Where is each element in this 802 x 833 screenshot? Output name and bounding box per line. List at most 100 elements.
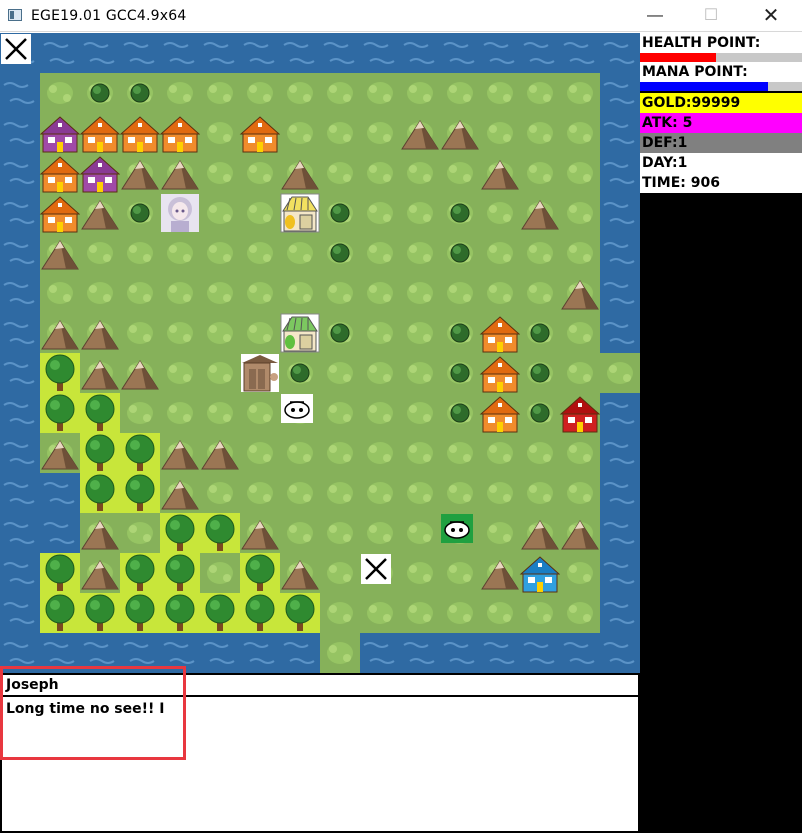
map-tile-water[interactable] [600, 33, 640, 73]
map-tile-tree[interactable] [240, 593, 280, 633]
map-tile-bush[interactable] [520, 353, 560, 393]
map-tile-water[interactable] [600, 433, 640, 473]
map-tile-water[interactable] [480, 33, 520, 73]
map-tile-water[interactable] [160, 633, 200, 673]
map-tile-bush[interactable] [320, 193, 360, 233]
map-tile-mountain[interactable] [400, 113, 440, 153]
map-tile-grass[interactable] [520, 593, 560, 633]
map-tile-grass[interactable] [560, 593, 600, 633]
map-tile-grass[interactable] [360, 393, 400, 433]
map-tile-grass[interactable] [320, 553, 360, 593]
map-tile-bush[interactable] [440, 233, 480, 273]
map-tile-water[interactable] [600, 393, 640, 433]
map-tile-grass[interactable] [40, 273, 80, 313]
map-tile-house-blue[interactable] [519, 553, 561, 593]
map-tile-water[interactable] [440, 33, 480, 73]
map-tile-grass[interactable] [400, 513, 440, 553]
map-tile-house-orange[interactable] [39, 153, 81, 193]
map-tile-grass[interactable] [40, 73, 80, 113]
map-tile-water[interactable] [0, 473, 40, 513]
map-tile-x-marker[interactable] [0, 33, 40, 73]
map-tile-tree[interactable] [40, 393, 80, 433]
map-tile-water[interactable] [0, 633, 40, 673]
map-tile-water[interactable] [560, 33, 600, 73]
map-tile-water[interactable] [240, 33, 280, 73]
map-tile-grass[interactable] [480, 273, 520, 313]
map-tile-bush[interactable] [520, 313, 560, 353]
map-tile-water[interactable] [600, 273, 640, 313]
map-tile-grass[interactable] [360, 193, 400, 233]
map-tile-grass[interactable] [200, 193, 240, 233]
map-tile-grass[interactable] [400, 553, 440, 593]
map-tile-mountain[interactable] [40, 433, 80, 473]
map-tile-grass[interactable] [120, 513, 160, 553]
map-tile-house-orange[interactable] [119, 113, 161, 153]
map-tile-tree[interactable] [80, 593, 120, 633]
map-tile-water[interactable] [0, 73, 40, 113]
map-tile-grass[interactable] [200, 153, 240, 193]
map-tile-mountain[interactable] [200, 433, 240, 473]
map-tile-grass[interactable] [240, 433, 280, 473]
map-tile-bush[interactable] [120, 193, 160, 233]
map-tile-grass[interactable] [520, 113, 560, 153]
map-tile-house-purple[interactable] [79, 153, 121, 193]
map-tile-grass[interactable] [360, 113, 400, 153]
map-tile-mountain[interactable] [40, 233, 80, 273]
map-tile-water[interactable] [400, 633, 440, 673]
map-tile-mountain[interactable] [480, 153, 520, 193]
map-tile-grass[interactable] [200, 553, 240, 593]
map-tile-grass[interactable] [200, 273, 240, 313]
map-tile-grass[interactable] [160, 73, 200, 113]
map-tile-water[interactable] [320, 33, 360, 73]
dialog-box[interactable]: Joseph Long time no see!! I [0, 673, 640, 833]
map-tile-mountain[interactable] [240, 513, 280, 553]
map-tile-grass[interactable] [200, 473, 240, 513]
map-tile-grass[interactable] [400, 473, 440, 513]
map-tile-tree[interactable] [160, 593, 200, 633]
map-tile-water[interactable] [40, 33, 80, 73]
map-tile-water[interactable] [0, 593, 40, 633]
map-tile-grass[interactable] [320, 433, 360, 473]
map-tile-mountain[interactable] [480, 553, 520, 593]
map-tile-grass[interactable] [400, 433, 440, 473]
map-tile-grass[interactable] [160, 353, 200, 393]
map-tile-water[interactable] [280, 633, 320, 673]
map-tile-water[interactable] [560, 633, 600, 673]
map-tile-grass[interactable] [440, 593, 480, 633]
map-tile-water[interactable] [0, 353, 40, 393]
map-tile-water[interactable] [0, 153, 40, 193]
map-tile-bush[interactable] [320, 233, 360, 273]
map-tile-house-orange[interactable] [479, 313, 521, 353]
map-tile-grass[interactable] [520, 233, 560, 273]
map-tile-mountain[interactable] [160, 153, 200, 193]
map-tile-grass[interactable] [320, 73, 360, 113]
map-tile-bush[interactable] [440, 353, 480, 393]
map-tile-grass[interactable] [520, 433, 560, 473]
map-tile-tree[interactable] [40, 553, 80, 593]
map-tile-bush[interactable] [280, 353, 320, 393]
title-bar[interactable]: EGE19.01 GCC4.9x64 — ☐ ✕ [0, 0, 802, 32]
map-tile-grass[interactable] [160, 233, 200, 273]
map-tile-grass[interactable] [360, 353, 400, 393]
map-tile-grass[interactable] [360, 153, 400, 193]
map-tile-grass[interactable] [400, 593, 440, 633]
map-tile-water[interactable] [520, 633, 560, 673]
map-tile-grass[interactable] [360, 273, 400, 313]
map-tile-water[interactable] [200, 633, 240, 673]
map-tile-tree[interactable] [280, 593, 320, 633]
map-tile-house-orange[interactable] [79, 113, 121, 153]
game-map[interactable] [0, 33, 640, 673]
map-tile-tree[interactable] [80, 433, 120, 473]
map-tile-grass[interactable] [320, 353, 360, 393]
map-tile-water[interactable] [160, 33, 200, 73]
map-tile-water[interactable] [280, 33, 320, 73]
map-tile-grass[interactable] [400, 233, 440, 273]
map-tile-water[interactable] [0, 273, 40, 313]
map-tile-grass[interactable] [400, 73, 440, 113]
map-tile-water[interactable] [80, 33, 120, 73]
map-tile-water[interactable] [360, 33, 400, 73]
map-tile-grass[interactable] [240, 153, 280, 193]
map-tile-grass[interactable] [200, 113, 240, 153]
map-tile-water[interactable] [0, 313, 40, 353]
map-tile-mountain[interactable] [440, 113, 480, 153]
